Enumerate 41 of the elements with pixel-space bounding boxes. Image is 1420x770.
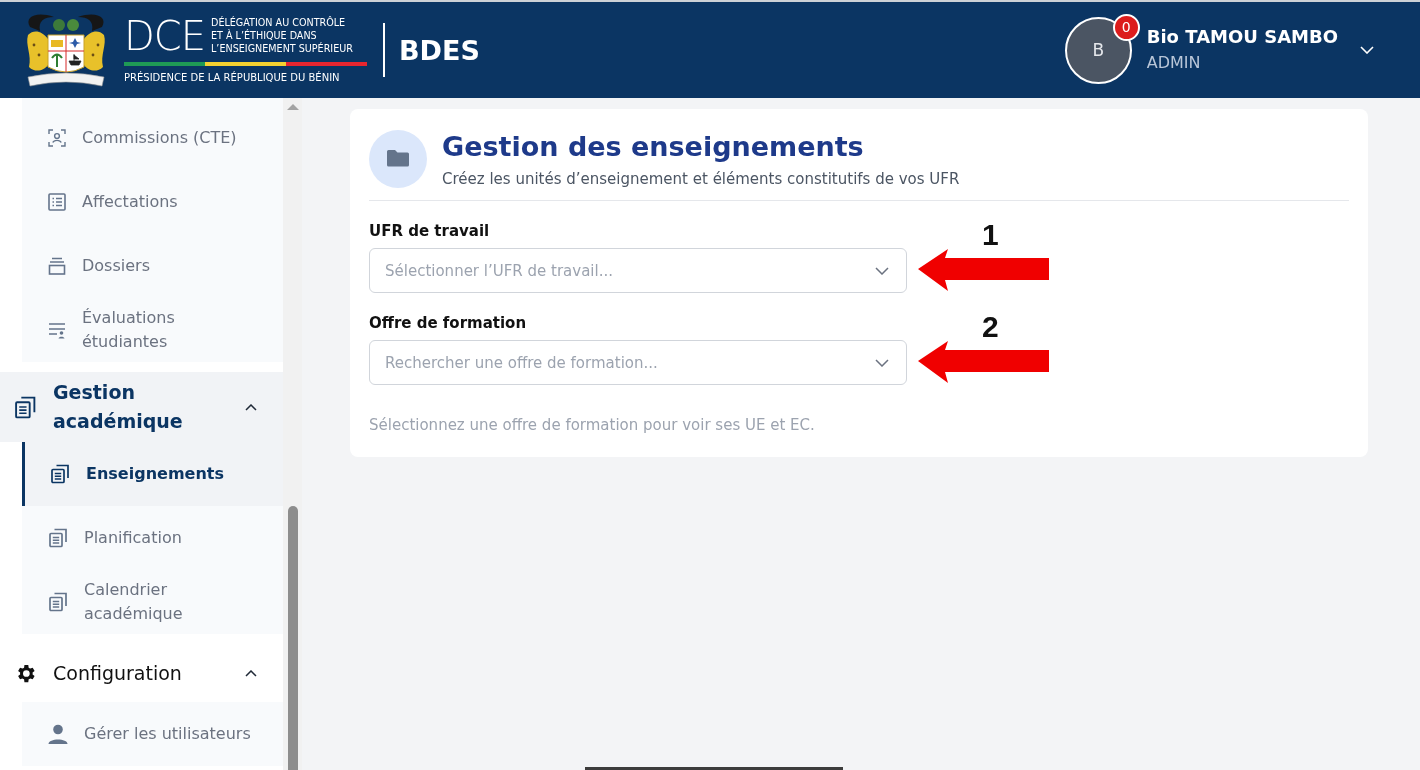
documents-icon bbox=[14, 395, 37, 419]
select-field[interactable]: Rechercher une offre de formation... bbox=[369, 340, 907, 385]
app-name: BDES bbox=[399, 34, 480, 66]
folder-icon bbox=[369, 130, 427, 188]
sidebar-item[interactable]: Affectations bbox=[22, 170, 283, 234]
logo-subtitle: PRÉSIDENCE DE LA RÉPUBLIQUE DU BÉNIN bbox=[124, 70, 341, 85]
documents-icon bbox=[48, 528, 68, 548]
stack-icon bbox=[48, 257, 66, 275]
person-icon bbox=[48, 724, 68, 744]
scrollbar-thumb[interactable] bbox=[287, 506, 298, 770]
sidebar-item[interactable]: Calendrier académique bbox=[22, 570, 283, 634]
notification-badge: 0 bbox=[1112, 13, 1140, 41]
chevron-down-icon bbox=[875, 358, 889, 367]
scan-person-icon bbox=[48, 129, 66, 147]
field-label: Offre de formation bbox=[369, 313, 528, 333]
documents-icon bbox=[48, 592, 68, 612]
hint-text: Sélectionnez une offre de formation pour voir ses UE et EC. bbox=[369, 415, 816, 435]
logo-text: L’ENSEIGNEMENT SUPÉRIEUR bbox=[211, 42, 353, 55]
field-label: UFR de travail bbox=[369, 221, 491, 241]
sidebar-item[interactable]: Gérer les utilisateurs bbox=[22, 702, 283, 766]
select-field[interactable]: Sélectionner l’UFR de travail... bbox=[369, 248, 907, 293]
sidebar-item[interactable]: Commissions (CTE) bbox=[22, 106, 283, 170]
sidebar-item[interactable]: Enseignements bbox=[22, 442, 283, 506]
sidebar-group[interactable]: Gestion académique bbox=[0, 372, 283, 442]
user-name: Bio TAMOU SAMBO bbox=[1146, 25, 1338, 49]
filter-person-icon bbox=[48, 321, 66, 339]
chevron-down-icon[interactable] bbox=[1360, 46, 1374, 54]
user-role: ADMIN bbox=[1146, 52, 1202, 74]
sidebar-item[interactable]: Dossiers bbox=[22, 234, 283, 298]
chevron-down-icon bbox=[875, 266, 889, 275]
sidebar-item[interactable]: Planification bbox=[22, 506, 283, 570]
logo-acronym: DCE bbox=[124, 15, 205, 56]
documents-icon bbox=[50, 464, 70, 484]
sidebar-item[interactable]: Évaluations étudiantes bbox=[22, 298, 283, 362]
list-icon bbox=[48, 193, 66, 211]
page-subtitle: Créez les unités d’enseignement et éléments constitutifs de vos UFR bbox=[442, 169, 960, 190]
logo-text: ET À L’ÉTHIQUE DANS bbox=[211, 29, 318, 42]
page-title: Gestion des enseignements bbox=[442, 130, 865, 164]
annotation-number: 1 bbox=[982, 221, 999, 249]
logo-text: DÉLÉGATION AU CONTRÔLE bbox=[211, 16, 347, 29]
annotation-number: 2 bbox=[982, 313, 999, 341]
